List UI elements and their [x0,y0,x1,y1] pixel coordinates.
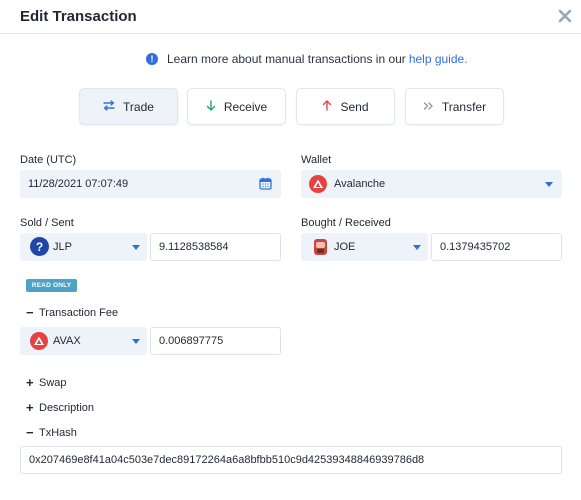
txhash-value: 0x207469e8f41a04c503e7dec89172264a6a8bfb… [29,454,425,466]
calendar-icon[interactable] [259,177,272,193]
swap-toggle[interactable]: + Swap [26,376,67,389]
bought-amount: 0.1379435702 [440,241,511,253]
sold-amount: 9.1128538584 [159,241,229,253]
tab-receive[interactable]: Receive [187,88,286,125]
arrow-down-icon [206,100,216,113]
txhash-toggle[interactable]: − TxHash [26,426,77,439]
fee-currency: AVAX [53,335,81,347]
sold-currency-select[interactable]: ? JLP [20,233,147,261]
fee-amount: 0.006897775 [159,335,224,347]
close-icon[interactable] [557,8,573,24]
tab-send[interactable]: Send [296,88,395,125]
tab-transfer[interactable]: Transfer [405,88,504,125]
joe-coin-icon [312,237,329,257]
avalanche-icon [309,175,327,193]
avalanche-icon [30,332,48,350]
date-value: 11/28/2021 07:07:49 [28,178,129,190]
question-coin-icon: ? [30,237,49,256]
bought-label: Bought / Received [301,217,391,229]
txhash-input[interactable]: 0x207469e8f41a04c503e7dec89172264a6a8bfb… [20,446,562,474]
chevron-down-icon [545,182,553,187]
swap-label: Swap [39,376,67,389]
sold-label: Sold / Sent [20,217,74,229]
bought-amount-input[interactable]: 0.1379435702 [431,233,562,261]
wallet-label: Wallet [301,154,332,166]
sold-amount-input[interactable]: 9.1128538584 [150,233,281,261]
minus-icon: − [26,305,34,320]
modal-title: Edit Transaction [20,8,137,25]
fee-currency-select[interactable]: AVAX [20,327,147,355]
double-chevron-icon [423,100,434,113]
fee-amount-input[interactable]: 0.006897775 [150,327,281,355]
transaction-fee-toggle[interactable]: − Transaction Fee [26,306,118,319]
help-info-line: ! Learn more about manual transactions i… [146,52,468,66]
tab-trade-label: Trade [123,99,154,114]
minus-icon: − [26,425,34,440]
swap-arrows-icon [103,100,115,113]
wallet-value: Avalanche [334,178,386,190]
date-label: Date (UTC) [20,154,77,166]
header-divider [0,33,581,34]
info-text: Learn more about manual transactions in … [167,52,406,66]
description-label: Description [39,401,95,414]
chevron-down-icon [132,245,140,250]
chevron-down-icon [413,245,421,250]
tab-transfer-label: Transfer [441,99,487,114]
tab-trade[interactable]: Trade [79,88,178,125]
info-icon: ! [146,53,158,65]
plus-icon: + [26,400,34,415]
sold-currency: JLP [53,241,72,253]
arrow-up-icon [322,100,332,113]
bought-currency-select[interactable]: JOE [301,233,428,261]
tab-receive-label: Receive [223,99,268,114]
transaction-fee-label: Transaction Fee [39,306,119,319]
help-guide-link[interactable]: help guide. [409,52,468,66]
tab-send-label: Send [340,99,369,114]
date-input[interactable]: 11/28/2021 07:07:49 [20,170,281,198]
wallet-select[interactable]: Avalanche [301,170,562,198]
description-toggle[interactable]: + Description [26,401,94,414]
read-only-badge: READ ONLY [26,279,77,292]
chevron-down-icon [132,339,140,344]
bought-currency: JOE [334,241,356,253]
plus-icon: + [26,375,34,390]
txhash-label: TxHash [39,426,77,439]
